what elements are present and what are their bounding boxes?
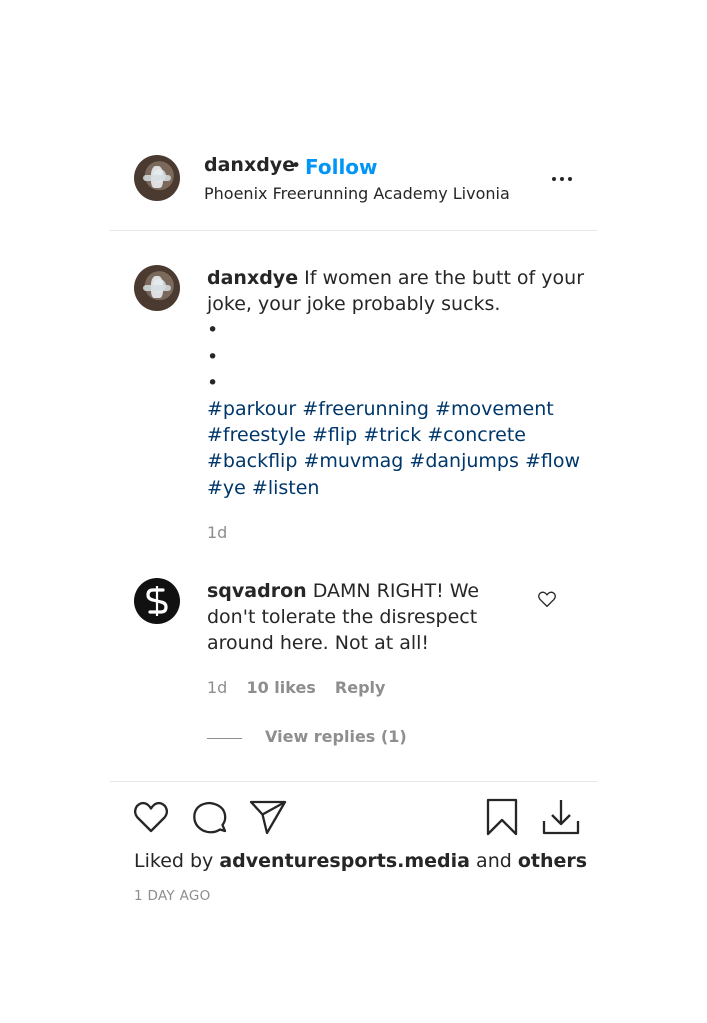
caption-bullet: •: [207, 319, 219, 342]
caption-bullet: •: [207, 345, 219, 368]
caption-username[interactable]: danxdye: [207, 267, 298, 289]
hashtag-link[interactable]: #backflip: [207, 450, 297, 472]
sqvadron-logo-icon: [136, 580, 178, 622]
comment-likes[interactable]: 10 likes: [246, 678, 315, 697]
hashtag-link[interactable]: #listen: [252, 477, 320, 499]
comment-username[interactable]: sqvadron: [207, 580, 307, 602]
more-options-icon[interactable]: [552, 168, 576, 188]
hashtag-link[interactable]: #flip: [312, 424, 357, 446]
comment-bubble-icon[interactable]: [190, 798, 230, 838]
post-card: danxdye • Follow Phoenix Freerunning Aca…: [0, 0, 707, 1023]
hashtag-link[interactable]: #trick: [363, 424, 421, 446]
comment-timestamp[interactable]: 1d: [207, 678, 227, 697]
location-link[interactable]: Phoenix Freerunning Academy Livonia: [204, 184, 510, 203]
avatar-image-detail: [143, 175, 171, 181]
liked-by-text: Liked by adventuresports.media and other…: [134, 850, 587, 872]
hashtag-link[interactable]: #ye: [207, 477, 246, 499]
view-replies-button[interactable]: View replies (1): [265, 727, 407, 746]
liked-by-conjunction: and: [476, 850, 512, 872]
replies-divider: [207, 738, 242, 739]
follow-button[interactable]: Follow: [305, 155, 378, 179]
liked-by-prefix: Liked by: [134, 850, 214, 872]
caption-bullet: •: [207, 371, 219, 394]
hashtag-link[interactable]: #flow: [525, 450, 580, 472]
comment-avatar[interactable]: [134, 578, 180, 624]
liked-by-others[interactable]: others: [518, 850, 587, 872]
caption: danxdye If women are the butt of your jo…: [207, 265, 587, 501]
separator-dot: •: [291, 156, 302, 176]
avatar-image-detail: [143, 285, 171, 291]
post-timestamp[interactable]: 1 DAY AGO: [134, 888, 211, 904]
hashtag-list: #parkour #freerunning #movement #freesty…: [207, 396, 587, 501]
comment-meta: 1d 10 likes Reply: [207, 678, 385, 697]
bookmark-icon[interactable]: [484, 797, 520, 837]
comment-body: sqvadron DAMN RIGHT! We don't tolerate t…: [207, 578, 527, 657]
liked-by-user[interactable]: adventuresports.media: [219, 850, 470, 872]
heart-icon[interactable]: [132, 798, 170, 836]
author-username[interactable]: danxdye: [204, 154, 295, 176]
comment-heart-icon[interactable]: [537, 590, 557, 608]
hashtag-link[interactable]: #parkour: [207, 398, 296, 420]
hashtag-link[interactable]: #concrete: [427, 424, 526, 446]
hashtag-link[interactable]: #freestyle: [207, 424, 306, 446]
actions-divider: [110, 781, 597, 782]
hashtag-link[interactable]: #muvmag: [303, 450, 403, 472]
download-icon[interactable]: [541, 797, 581, 837]
reply-button[interactable]: Reply: [335, 678, 386, 697]
paper-plane-icon[interactable]: [248, 799, 288, 837]
hashtag-link[interactable]: #danjumps: [409, 450, 518, 472]
hashtag-link[interactable]: #movement: [435, 398, 554, 420]
avatar[interactable]: [134, 155, 180, 201]
hashtag-link[interactable]: #freerunning: [302, 398, 429, 420]
caption-avatar[interactable]: [134, 265, 180, 311]
post-header: danxdye • Follow Phoenix Freerunning Aca…: [110, 150, 597, 231]
caption-timestamp[interactable]: 1d: [207, 523, 227, 542]
